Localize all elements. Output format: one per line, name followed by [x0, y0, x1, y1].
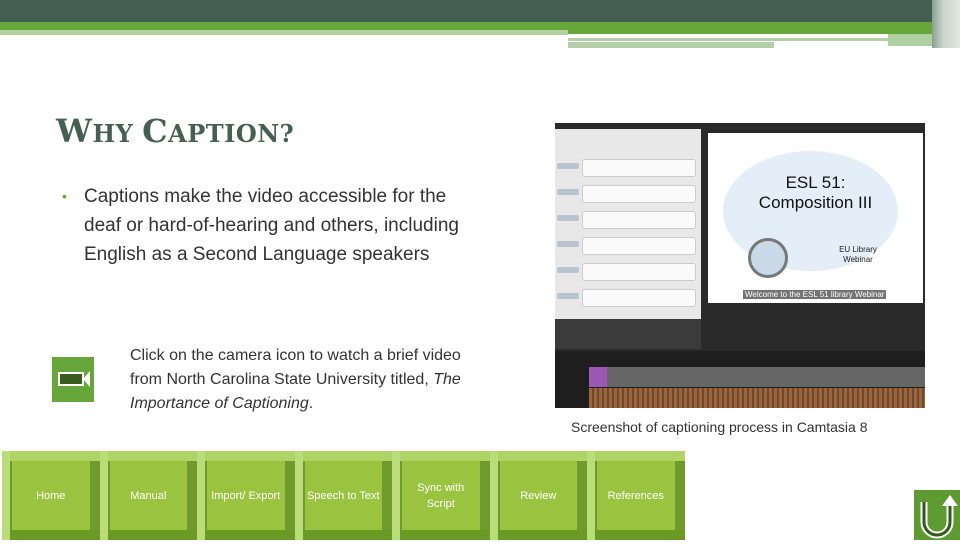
nav-label: Import/ Export — [207, 461, 285, 530]
u-turn-return-icon — [920, 495, 958, 539]
caption-overlay: Welcome to the ESL 51 library Webinar — [743, 290, 887, 299]
nav-label: References — [597, 461, 675, 530]
tools-bar — [555, 319, 701, 349]
decor-gradient — [932, 0, 960, 48]
camtasia-screenshot: ESL 51: Composition III EU Library Webinar… — [555, 123, 925, 408]
accent-stripe — [568, 38, 888, 41]
header-bar — [0, 0, 960, 22]
nav-label: Review — [499, 461, 577, 530]
video-camera-button[interactable] — [52, 357, 94, 402]
nav-manual-button[interactable]: Manual — [99, 451, 197, 540]
timeline — [555, 351, 925, 408]
nav-label: Manual — [109, 461, 187, 530]
nav-label: Speech to Text — [304, 461, 382, 530]
nav-references-button[interactable]: References — [587, 451, 685, 540]
nav-speech-to-text-button[interactable]: Speech to Text — [294, 451, 392, 540]
camera-lens — [83, 371, 90, 387]
bullet-icon: • — [62, 188, 67, 204]
bullet-text: Captions make the video accessible for t… — [84, 186, 459, 265]
accent-stripe — [0, 30, 568, 35]
captions-panel — [555, 129, 701, 319]
screenshot-caption: Screenshot of captioning process in Camt… — [571, 419, 868, 435]
nav-import-export-button[interactable]: Import/ Export — [197, 451, 295, 540]
bullet-point: • Captions make the video accessible for … — [62, 182, 482, 269]
nav-sync-with-script-button[interactable]: Sync with Script — [392, 451, 490, 540]
preview-subtitle: Webinar — [843, 255, 873, 264]
video-camera-icon — [58, 372, 84, 386]
video-preview: ESL 51: Composition III EU Library Webinar… — [708, 133, 923, 303]
return-button[interactable] — [914, 490, 960, 540]
preview-heading: ESL 51: — [785, 173, 846, 192]
magnifier-icon — [748, 238, 788, 278]
camera-description: Click on the camera icon to watch a brie… — [130, 347, 461, 412]
preview-subtitle: EU Library — [839, 245, 877, 254]
nav-label: Sync with Script — [402, 461, 480, 530]
nav-review-button[interactable]: Review — [489, 451, 587, 540]
accent-stripe — [568, 42, 774, 48]
bottom-navigation: Home Manual Import/ Export Speech to Tex… — [2, 451, 685, 540]
nav-label: Home — [12, 461, 90, 530]
preview-heading: Composition III — [758, 193, 873, 212]
nav-home-button[interactable]: Home — [2, 451, 100, 540]
slide-title: WHY CAPTION? — [56, 112, 295, 150]
accent-stripe — [0, 22, 960, 30]
